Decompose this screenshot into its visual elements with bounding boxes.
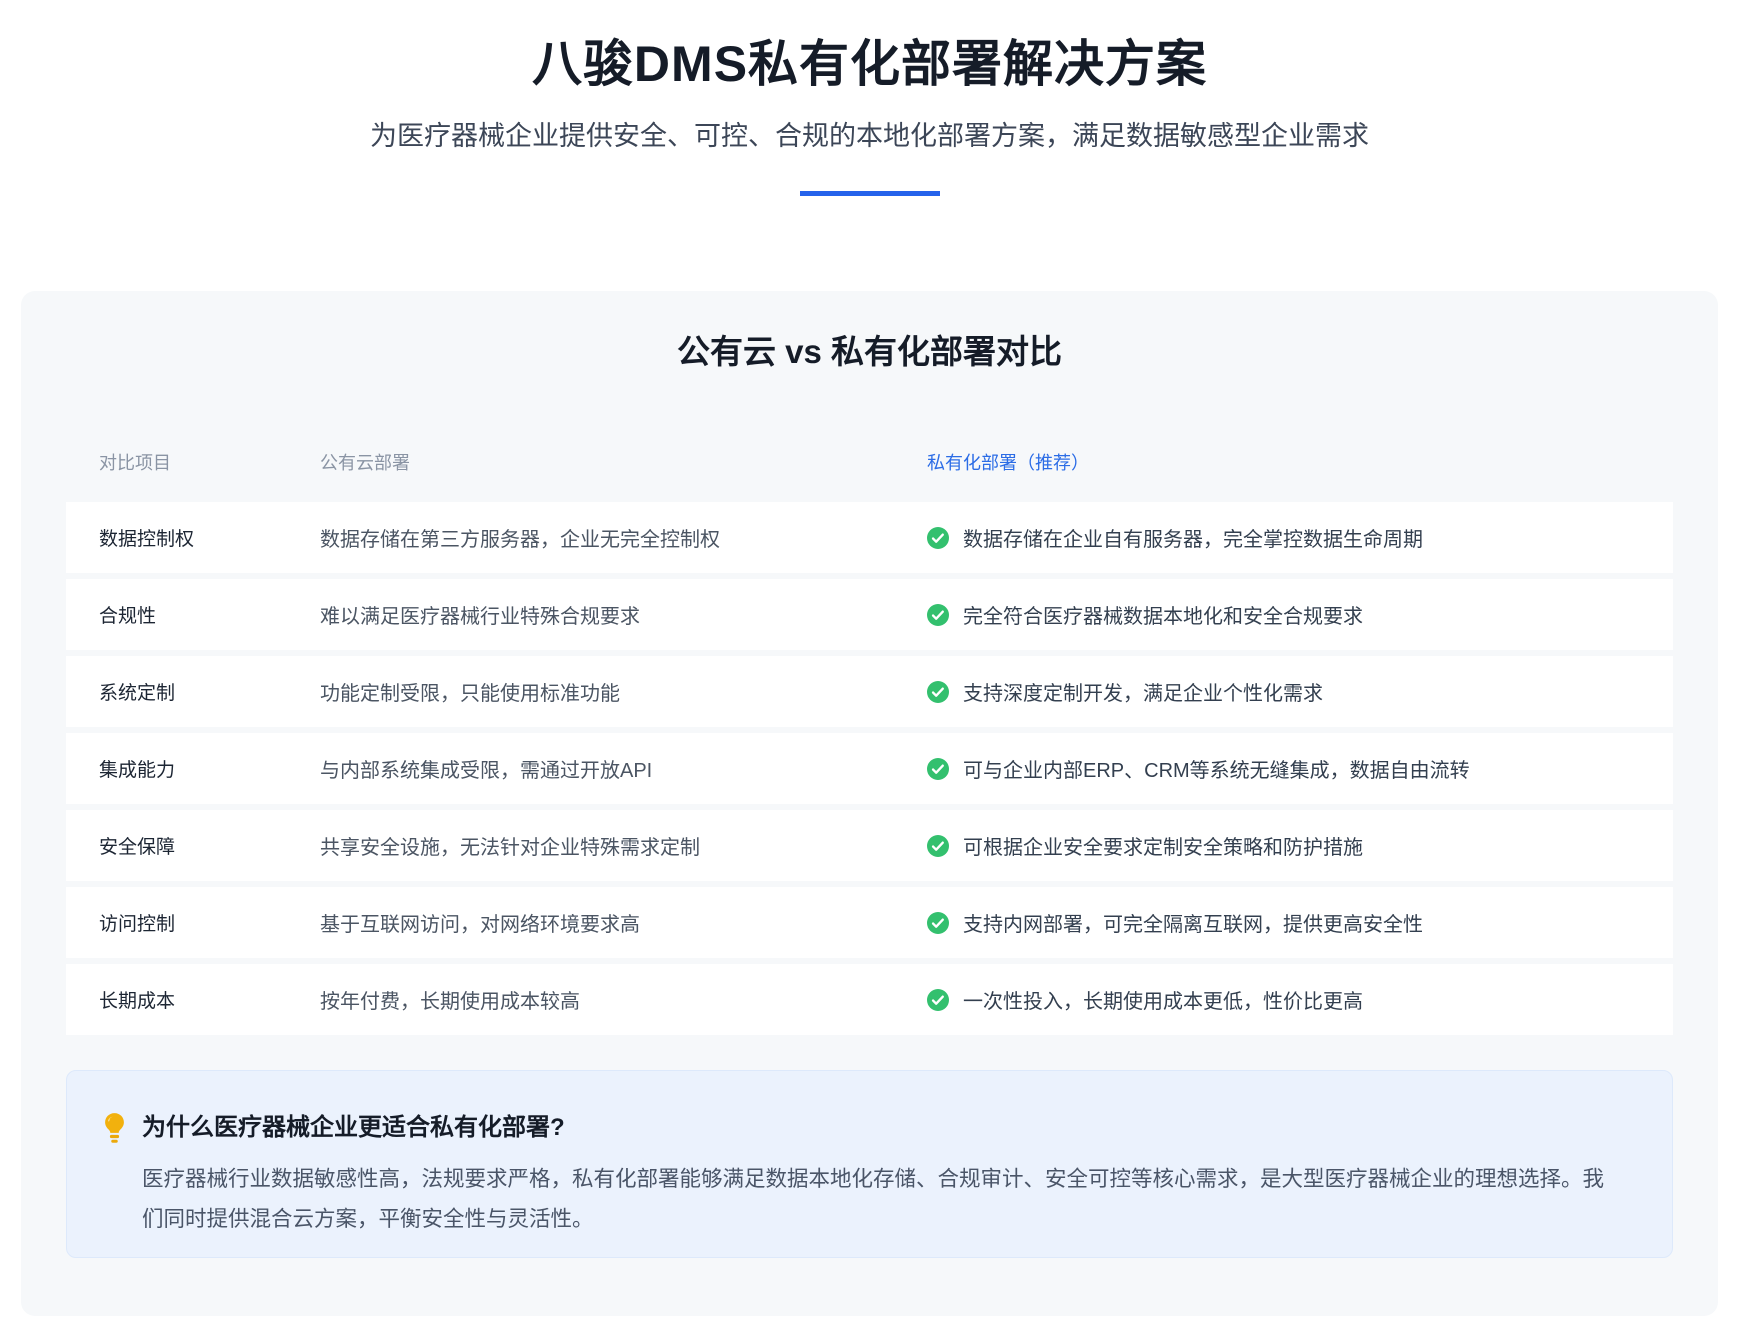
check-circle-icon — [927, 989, 949, 1011]
row-item-label: 安全保障 — [99, 832, 320, 859]
table-row: 长期成本 按年付费，长期使用成本较高 一次性投入，长期使用成本更低，性价比更高 — [66, 964, 1673, 1035]
comparison-table: 对比项目 公有云部署 私有化部署（推荐） 数据控制权 数据存储在第三方服务器，企… — [66, 450, 1673, 1035]
row-private-cell: 支持内网部署，可完全隔离互联网，提供更高安全性 — [927, 908, 1673, 937]
row-item-label: 数据控制权 — [99, 524, 320, 551]
page-subtitle: 为医疗器械企业提供安全、可控、合规的本地化部署方案，满足数据敏感型企业需求 — [0, 118, 1739, 156]
info-box-title: 为什么医疗器械企业更适合私有化部署? — [142, 1111, 565, 1145]
row-public-text: 数据存储在第三方服务器，企业无完全控制权 — [320, 523, 927, 552]
row-private-text: 可与企业内部ERP、CRM等系统无缝集成，数据自由流转 — [963, 754, 1470, 783]
table-row: 访问控制 基于互联网访问，对网络环境要求高 支持内网部署，可完全隔离互联网，提供… — [66, 887, 1673, 958]
check-circle-icon — [927, 604, 949, 626]
comparison-card: 公有云 vs 私有化部署对比 对比项目 公有云部署 私有化部署（推荐） 数据控制… — [21, 291, 1718, 1316]
page-title: 八骏DMS私有化部署解决方案 — [0, 36, 1739, 94]
check-circle-icon — [927, 758, 949, 780]
column-header-private: 私有化部署（推荐） — [927, 450, 1673, 476]
row-item-label: 集成能力 — [99, 755, 320, 782]
column-header-public: 公有云部署 — [320, 450, 927, 476]
row-private-text: 完全符合医疗器械数据本地化和安全合规要求 — [963, 600, 1363, 629]
column-header-item: 对比项目 — [99, 450, 320, 476]
row-private-cell: 一次性投入，长期使用成本更低，性价比更高 — [927, 985, 1673, 1014]
comparison-title: 公有云 vs 私有化部署对比 — [66, 331, 1673, 372]
check-circle-icon — [927, 912, 949, 934]
row-private-cell: 可与企业内部ERP、CRM等系统无缝集成，数据自由流转 — [927, 754, 1673, 783]
info-box-header: 为什么医疗器械企业更适合私有化部署? — [103, 1111, 1636, 1145]
row-public-text: 共享安全设施，无法针对企业特殊需求定制 — [320, 831, 927, 860]
table-header-row: 对比项目 公有云部署 私有化部署（推荐） — [66, 450, 1673, 502]
row-item-label: 合规性 — [99, 601, 320, 628]
check-circle-icon — [927, 681, 949, 703]
row-private-cell: 可根据企业安全要求定制安全策略和防护措施 — [927, 831, 1673, 860]
row-private-text: 支持内网部署，可完全隔离互联网，提供更高安全性 — [963, 908, 1423, 937]
row-private-text: 支持深度定制开发，满足企业个性化需求 — [963, 677, 1323, 706]
row-item-label: 系统定制 — [99, 678, 320, 705]
info-box-body: 医疗器械行业数据敏感性高，法规要求严格，私有化部署能够满足数据本地化存储、合规审… — [142, 1159, 1610, 1239]
row-public-text: 功能定制受限，只能使用标准功能 — [320, 677, 927, 706]
row-public-text: 与内部系统集成受限，需通过开放API — [320, 754, 927, 783]
accent-divider — [800, 191, 940, 196]
table-row: 安全保障 共享安全设施，无法针对企业特殊需求定制 可根据企业安全要求定制安全策略… — [66, 810, 1673, 881]
hero-section: 八骏DMS私有化部署解决方案 为医疗器械企业提供安全、可控、合规的本地化部署方案… — [0, 0, 1739, 196]
row-public-text: 难以满足医疗器械行业特殊合规要求 — [320, 600, 927, 629]
table-row: 集成能力 与内部系统集成受限，需通过开放API 可与企业内部ERP、CRM等系统… — [66, 733, 1673, 804]
check-circle-icon — [927, 527, 949, 549]
table-row: 数据控制权 数据存储在第三方服务器，企业无完全控制权 数据存储在企业自有服务器，… — [66, 502, 1673, 573]
row-private-cell: 完全符合医疗器械数据本地化和安全合规要求 — [927, 600, 1673, 629]
row-private-text: 一次性投入，长期使用成本更低，性价比更高 — [963, 985, 1363, 1014]
row-item-label: 访问控制 — [99, 909, 320, 936]
row-item-label: 长期成本 — [99, 986, 320, 1013]
table-row: 合规性 难以满足医疗器械行业特殊合规要求 完全符合医疗器械数据本地化和安全合规要… — [66, 579, 1673, 650]
table-row: 系统定制 功能定制受限，只能使用标准功能 支持深度定制开发，满足企业个性化需求 — [66, 656, 1673, 727]
row-private-text: 数据存储在企业自有服务器，完全掌控数据生命周期 — [963, 523, 1423, 552]
row-public-text: 按年付费，长期使用成本较高 — [320, 985, 927, 1014]
row-private-cell: 支持深度定制开发，满足企业个性化需求 — [927, 677, 1673, 706]
row-public-text: 基于互联网访问，对网络环境要求高 — [320, 908, 927, 937]
row-private-text: 可根据企业安全要求定制安全策略和防护措施 — [963, 831, 1363, 860]
info-box: 为什么医疗器械企业更适合私有化部署? 医疗器械行业数据敏感性高，法规要求严格，私… — [66, 1070, 1673, 1258]
row-private-cell: 数据存储在企业自有服务器，完全掌控数据生命周期 — [927, 523, 1673, 552]
check-circle-icon — [927, 835, 949, 857]
lightbulb-icon — [103, 1111, 126, 1145]
table-body: 数据控制权 数据存储在第三方服务器，企业无完全控制权 数据存储在企业自有服务器，… — [66, 502, 1673, 1035]
